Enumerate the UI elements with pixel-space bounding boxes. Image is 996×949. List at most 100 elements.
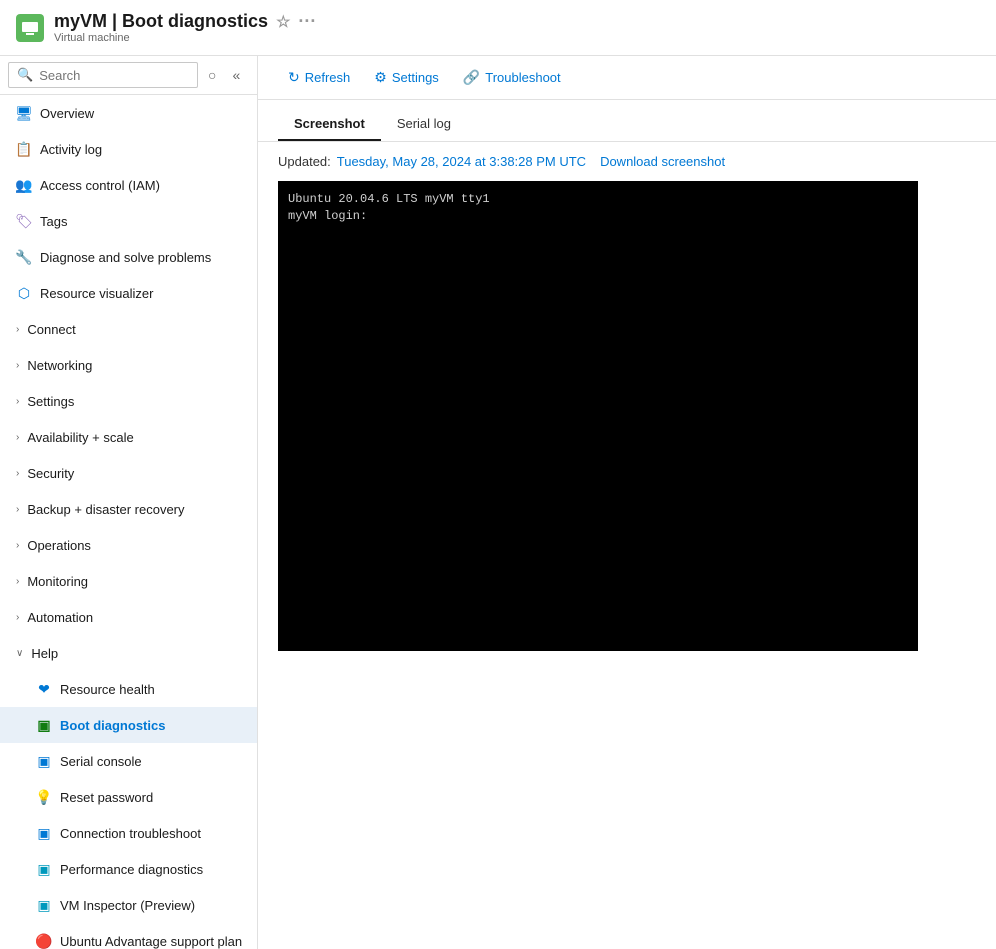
settings-icon: ⚙	[374, 69, 387, 86]
sidebar-item[interactable]: 🔧 Diagnose and solve problems	[0, 239, 257, 275]
sidebar-item-label: Diagnose and solve problems	[40, 250, 211, 265]
download-screenshot-link[interactable]: Download screenshot	[600, 154, 725, 169]
sidebar-item-boot-diagnostics[interactable]: ▣ Boot diagnostics	[0, 707, 257, 743]
main-layout: 🔍 ○ « 🖥 Overview 📋 Activity log 👥 Access…	[0, 56, 996, 949]
serial-console-icon: ▣	[36, 753, 52, 769]
boot-diagnostics-icon: ▣	[36, 717, 52, 733]
troubleshoot-label: Troubleshoot	[485, 70, 560, 85]
sidebar-item[interactable]: 📋 Activity log	[0, 131, 257, 167]
chevron-icon: ›	[16, 360, 19, 371]
sidebar-item[interactable]: 👥 Access control (IAM)	[0, 167, 257, 203]
sidebar-item-resource-health[interactable]: ❤ Resource health	[0, 671, 257, 707]
ubuntu-advantage-icon: 🔴	[36, 933, 52, 949]
sidebar-item-serial-console[interactable]: ▣ Serial console	[0, 743, 257, 779]
sidebar-item-label: Access control (IAM)	[40, 178, 160, 193]
sidebar-item-label: Activity log	[40, 142, 102, 157]
sidebar-item-performance-diagnostics[interactable]: ▣ Performance diagnostics	[0, 851, 257, 887]
sidebar-item-label: Networking	[27, 358, 92, 373]
sidebar-item-security[interactable]: › Security	[0, 455, 257, 491]
sidebar-item-label: Operations	[27, 538, 91, 553]
sidebar-item-label: Resource health	[60, 682, 155, 697]
sidebar-item[interactable]: 🖥 Overview	[0, 95, 257, 131]
settings-button[interactable]: ⚙ Settings	[364, 64, 449, 91]
updated-date: Tuesday, May 28, 2024 at 3:38:28 PM UTC	[337, 154, 586, 169]
sidebar-item-label: Help	[31, 646, 58, 661]
sidebar-item-label: Tags	[40, 214, 67, 229]
refresh-icon: ↻	[288, 69, 300, 86]
search-container[interactable]: 🔍	[8, 62, 198, 88]
sidebar-controls: 🔍 ○ «	[0, 56, 257, 95]
header-title-block: myVM | Boot diagnostics ☆ ··· Virtual ma…	[54, 11, 316, 44]
sidebar-item-label: Boot diagnostics	[60, 718, 165, 733]
terminal-line-1: Ubuntu 20.04.6 LTS myVM tty1	[288, 191, 490, 208]
search-input[interactable]	[39, 68, 189, 83]
sidebar-item-operations[interactable]: › Operations	[0, 527, 257, 563]
sidebar-item-label: Performance diagnostics	[60, 862, 203, 877]
chevron-icon: ›	[16, 468, 19, 479]
terminal-output: Ubuntu 20.04.6 LTS myVM tty1 myVM login:	[288, 191, 490, 225]
page-header: myVM | Boot diagnostics ☆ ··· Virtual ma…	[0, 0, 996, 56]
sidebar-item-monitoring[interactable]: › Monitoring	[0, 563, 257, 599]
sidebar-item[interactable]: 🏷 Tags	[0, 203, 257, 239]
sidebar-item-label: Security	[27, 466, 74, 481]
collapse-button[interactable]: ○	[202, 63, 222, 87]
sidebar-item-networking[interactable]: › Networking	[0, 347, 257, 383]
diagnose-icon: 🔧	[16, 249, 32, 265]
chevron-icon: ›	[16, 612, 19, 623]
chevron-icon: ›	[16, 324, 19, 335]
sidebar-item-settings[interactable]: › Settings	[0, 383, 257, 419]
search-icon: 🔍	[17, 67, 33, 83]
sidebar-item-label: Availability + scale	[27, 430, 133, 445]
resource-health-icon: ❤	[36, 681, 52, 697]
sidebar-item-backup[interactable]: › Backup + disaster recovery	[0, 491, 257, 527]
sidebar-item-label: Reset password	[60, 790, 153, 805]
sidebar-item-label: Monitoring	[27, 574, 88, 589]
refresh-label: Refresh	[305, 70, 351, 85]
favorite-icon[interactable]: ☆	[276, 12, 290, 32]
sidebar-item-reset-password[interactable]: 💡 Reset password	[0, 779, 257, 815]
sidebar-item-connection-troubleshoot[interactable]: ▣ Connection troubleshoot	[0, 815, 257, 851]
tab-serial-log[interactable]: Serial log	[381, 108, 467, 141]
subtitle-text: Virtual machine	[54, 32, 316, 44]
tags-icon: 🏷	[16, 213, 32, 229]
collapse-panel-button[interactable]: «	[226, 63, 246, 87]
chevron-icon: ›	[16, 432, 19, 443]
connection-troubleshoot-icon: ▣	[36, 825, 52, 841]
sidebar-item[interactable]: ⬡ Resource visualizer	[0, 275, 257, 311]
refresh-button[interactable]: ↻ Refresh	[278, 64, 360, 91]
sidebar-item-label: VM Inspector (Preview)	[60, 898, 195, 913]
sidebar-item-label: Overview	[40, 106, 94, 121]
sidebar-item-connect[interactable]: › Connect	[0, 311, 257, 347]
screenshot-container: Ubuntu 20.04.6 LTS myVM tty1 myVM login:	[278, 181, 976, 651]
troubleshoot-button[interactable]: 🔗 Troubleshoot	[453, 64, 571, 91]
resource-visualizer-icon: ⬡	[16, 285, 32, 301]
reset-password-icon: 💡	[36, 789, 52, 805]
terminal-line-2: myVM login:	[288, 208, 490, 225]
updated-bar: Updated: Tuesday, May 28, 2024 at 3:38:2…	[258, 142, 996, 181]
activity-log-icon: 📋	[16, 141, 32, 157]
vm-icon	[16, 14, 44, 42]
sidebar: 🔍 ○ « 🖥 Overview 📋 Activity log 👥 Access…	[0, 56, 258, 949]
sidebar-item-label: Settings	[27, 394, 74, 409]
access-control-icon: 👥	[16, 177, 32, 193]
chevron-icon: ›	[16, 540, 19, 551]
sidebar-item-vm-inspector[interactable]: ▣ VM Inspector (Preview)	[0, 887, 257, 923]
chevron-icon: ›	[16, 504, 19, 515]
sidebar-item-ubuntu-advantage[interactable]: 🔴 Ubuntu Advantage support plan	[0, 923, 257, 949]
more-options-icon[interactable]: ···	[298, 11, 316, 32]
chevron-icon: ›	[16, 576, 19, 587]
sidebar-item-help[interactable]: ∨ Help	[0, 635, 257, 671]
vm-inspector-icon: ▣	[36, 897, 52, 913]
content-area: ↻ Refresh ⚙ Settings 🔗 Troubleshoot Scre…	[258, 56, 996, 949]
sidebar-item-label: Connect	[27, 322, 75, 337]
sidebar-item-label: Backup + disaster recovery	[27, 502, 184, 517]
sidebar-item-automation[interactable]: › Automation	[0, 599, 257, 635]
tab-screenshot[interactable]: Screenshot	[278, 108, 381, 141]
sidebar-item-label: Ubuntu Advantage support plan	[60, 934, 242, 949]
page-title: myVM | Boot diagnostics ☆ ···	[54, 11, 316, 32]
title-text: myVM | Boot diagnostics	[54, 11, 268, 32]
tab-bar: Screenshot Serial log	[258, 108, 996, 142]
updated-label: Updated:	[278, 154, 331, 169]
sidebar-item-availability[interactable]: › Availability + scale	[0, 419, 257, 455]
vm-screenshot: Ubuntu 20.04.6 LTS myVM tty1 myVM login:	[278, 181, 918, 651]
